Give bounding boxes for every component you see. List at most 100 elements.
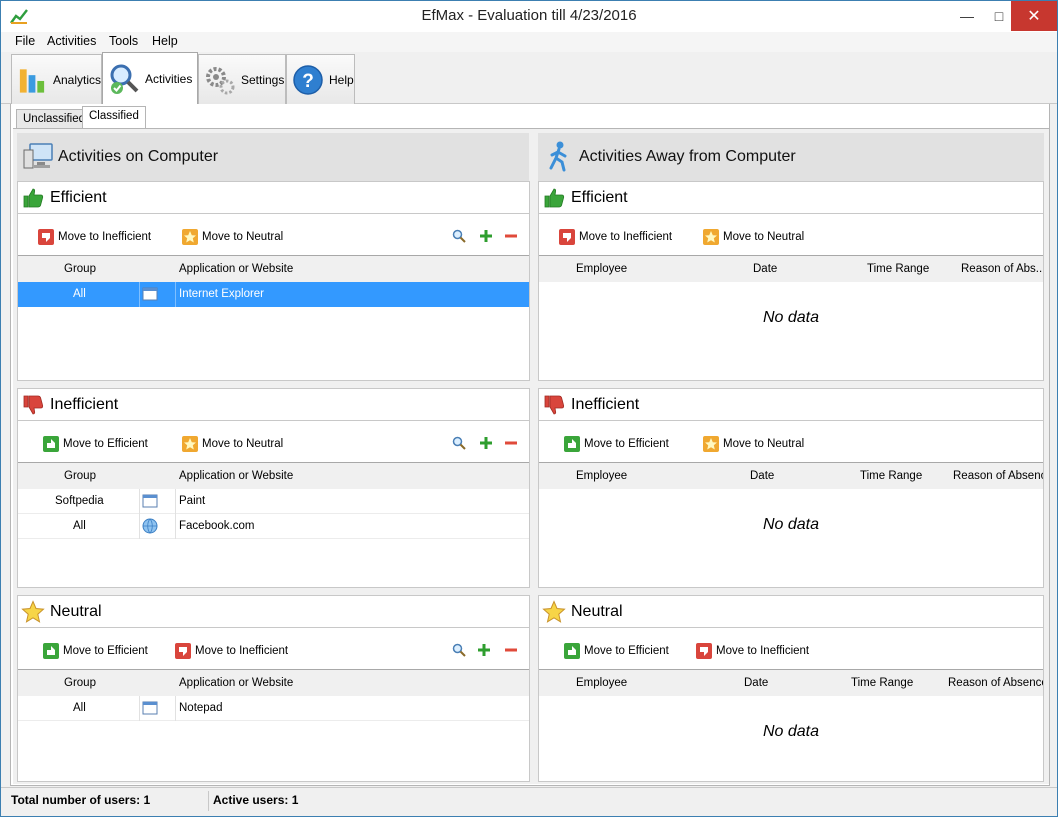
move-to-neutral-button[interactable]: Move to Neutral xyxy=(703,228,804,246)
add-icon[interactable] xyxy=(479,229,493,243)
group-column-header[interactable]: Group xyxy=(64,677,96,689)
subtab-classified[interactable]: Classified xyxy=(82,106,146,130)
move-to-neutral-button[interactable]: Move to Neutral xyxy=(182,435,283,453)
content-pane: Unclassified Classified Activities on Co… xyxy=(10,104,1050,786)
move-to-efficient-button[interactable]: Move to Efficient xyxy=(43,435,148,453)
move-to-neutral-button[interactable]: Move to Neutral xyxy=(182,228,283,246)
date-column-header[interactable]: Date xyxy=(753,263,777,275)
table-row[interactable]: All Internet Explorer xyxy=(18,282,529,307)
absence-grid: Employee Date Time Range Reason of Absen… xyxy=(539,669,1043,781)
employee-column-header[interactable]: Employee xyxy=(576,470,627,482)
window-icon xyxy=(142,494,158,508)
magnifier-check-icon xyxy=(110,64,139,94)
section-title: Inefficient xyxy=(50,396,119,413)
action-bar: Move to Efficient Move to Neutral xyxy=(18,422,529,462)
minimize-button[interactable]: — xyxy=(951,1,983,31)
minimize-icon: — xyxy=(960,8,974,24)
action-bar: Move to Inefficient Move to Neutral xyxy=(539,215,1043,255)
tab-help[interactable]: ? Help xyxy=(286,54,355,104)
globe-icon xyxy=(142,518,158,534)
table-row[interactable]: Softpedia Paint xyxy=(18,489,529,514)
subtab-unclassified[interactable]: Unclassified xyxy=(16,109,92,129)
star-icon xyxy=(703,229,719,245)
menu-activities[interactable]: Activities xyxy=(47,34,96,48)
close-button[interactable]: ✕ xyxy=(1011,1,1057,31)
table-row[interactable]: All Notepad xyxy=(18,696,529,721)
time-range-column-header[interactable]: Time Range xyxy=(851,677,913,689)
tab-analytics[interactable]: Analytics xyxy=(11,54,102,104)
grid-header: Group Application or Website xyxy=(18,463,529,489)
move-to-efficient-button[interactable]: Move to Efficient xyxy=(564,642,669,660)
activities-grid: Group Application or Website Softpedia P… xyxy=(18,462,529,587)
remove-icon[interactable] xyxy=(504,643,518,657)
search-icon[interactable] xyxy=(452,229,466,243)
search-icon[interactable] xyxy=(452,436,466,450)
move-to-inefficient-button[interactable]: Move to Inefficient xyxy=(559,228,672,246)
move-to-inefficient-button[interactable]: Move to Inefficient xyxy=(38,228,151,246)
thumbs-up-icon xyxy=(23,188,44,208)
remove-icon[interactable] xyxy=(504,436,518,450)
window-icon xyxy=(142,701,158,715)
move-to-inefficient-button[interactable]: Move to Inefficient xyxy=(696,642,809,660)
tab-analytics-label: Analytics xyxy=(52,72,101,87)
group-column-header[interactable]: Group xyxy=(64,470,96,482)
action-bar: Move to Efficient Move to Inefficient xyxy=(18,629,529,669)
absence-grid: Employee Date Time Range Reason of Absen… xyxy=(539,462,1043,587)
app-column-header[interactable]: Application or Website xyxy=(179,470,293,482)
no-data-message: No data xyxy=(762,723,820,740)
gears-icon xyxy=(206,66,235,94)
active-users-status: Active users: 1 xyxy=(213,793,299,807)
grid-header: Employee Date Time Range Reason of Abs..… xyxy=(539,256,1043,282)
section-header: Neutral xyxy=(539,596,1043,628)
no-data-message: No data xyxy=(762,309,820,326)
move-to-neutral-button[interactable]: Move to Neutral xyxy=(703,435,804,453)
employee-column-header[interactable]: Employee xyxy=(576,677,627,689)
date-column-header[interactable]: Date xyxy=(744,677,768,689)
section-header: Inefficient xyxy=(539,389,1043,421)
add-icon[interactable] xyxy=(477,643,491,657)
app-window: EfMax - Evaluation till 4/23/2016 — □ ✕ … xyxy=(0,0,1058,817)
add-icon[interactable] xyxy=(479,436,493,450)
time-range-column-header[interactable]: Time Range xyxy=(867,263,929,275)
status-bar: Total number of users: 1 Active users: 1 xyxy=(1,787,1057,816)
thumbs-down-icon xyxy=(23,395,44,415)
reason-column-header[interactable]: Reason of Abs... xyxy=(961,263,1043,275)
search-icon[interactable] xyxy=(452,643,466,657)
date-column-header[interactable]: Date xyxy=(750,470,774,482)
away-column-header: Activities Away from Computer xyxy=(538,133,1044,182)
section-title: Neutral xyxy=(50,603,102,620)
reason-column-header[interactable]: Reason of Absence xyxy=(948,677,1043,689)
away-efficient-section: Efficient Move to Inefficient Move to Ne… xyxy=(538,181,1044,381)
tab-settings[interactable]: Settings xyxy=(198,54,286,104)
thumbs-down-icon xyxy=(175,643,191,659)
remove-icon[interactable] xyxy=(504,229,518,243)
grid-header: Group Application or Website xyxy=(18,256,529,282)
section-title: Efficient xyxy=(50,189,107,206)
menu-bar: File Activities Tools Help xyxy=(1,32,1057,52)
move-to-inefficient-button[interactable]: Move to Inefficient xyxy=(175,642,288,660)
thumbs-up-icon xyxy=(564,643,580,659)
computer-efficient-section: Efficient Move to Inefficient Move to Ne… xyxy=(17,181,530,381)
star-icon xyxy=(703,436,719,452)
group-column-header[interactable]: Group xyxy=(64,263,96,275)
table-row[interactable]: All Facebook.com xyxy=(18,514,529,539)
computer-column-title: Activities on Computer xyxy=(58,148,219,165)
section-header: Inefficient xyxy=(18,389,529,421)
move-to-efficient-button[interactable]: Move to Efficient xyxy=(564,435,669,453)
thumbs-down-icon xyxy=(559,229,575,245)
reason-column-header[interactable]: Reason of Absence xyxy=(953,470,1043,482)
menu-file[interactable]: File xyxy=(15,34,35,48)
absence-grid: Employee Date Time Range Reason of Abs..… xyxy=(539,255,1043,380)
menu-help[interactable]: Help xyxy=(152,34,178,48)
app-column-header[interactable]: Application or Website xyxy=(179,677,293,689)
tab-activities[interactable]: Activities xyxy=(102,52,198,105)
main-toolbar: Analytics Activities Settings ? Help xyxy=(1,52,1057,105)
app-column-header[interactable]: Application or Website xyxy=(179,263,293,275)
menu-tools[interactable]: Tools xyxy=(109,34,138,48)
svg-text:?: ? xyxy=(302,71,314,92)
time-range-column-header[interactable]: Time Range xyxy=(860,470,922,482)
close-icon: ✕ xyxy=(1027,8,1041,25)
move-to-efficient-button[interactable]: Move to Efficient xyxy=(43,642,148,660)
star-icon xyxy=(542,600,566,623)
employee-column-header[interactable]: Employee xyxy=(576,263,627,275)
